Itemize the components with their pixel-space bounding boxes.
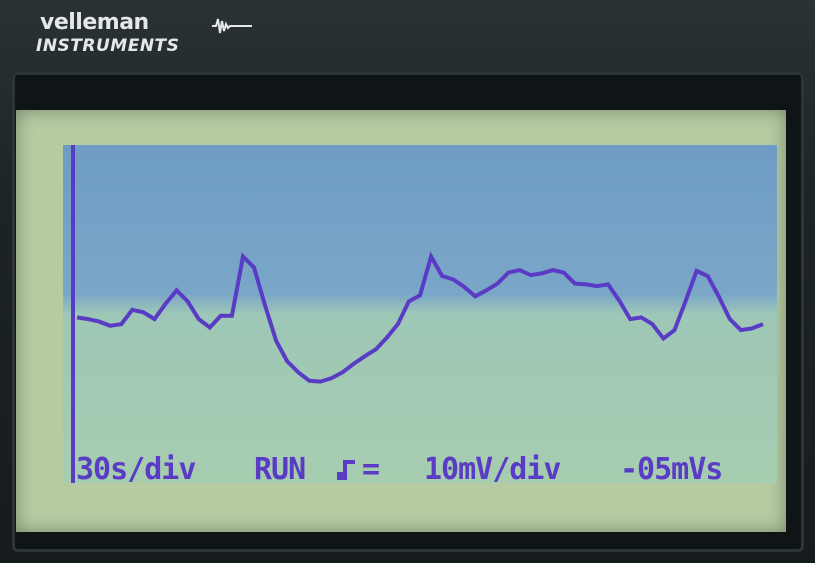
waveform-trace <box>76 251 764 384</box>
volt-div-readout: 10mV/div <box>424 452 561 487</box>
status-bar: 30s/div RUN = 10mV/div -05mVs <box>72 452 772 492</box>
run-mode-indicator: RUN <box>254 452 306 487</box>
plot-area <box>63 145 777 483</box>
offset-readout: -05mVs <box>620 452 723 487</box>
brand-line: INSTRUMENTS <box>36 36 180 56</box>
coupling-symbol: = <box>362 452 380 487</box>
waveform-chart <box>71 145 764 483</box>
logo-wave-icon <box>212 18 252 34</box>
brand-logo: velleman INSTRUMENTS <box>36 10 266 60</box>
brand-name: velleman <box>40 10 149 35</box>
lcd-screen: 30s/div RUN = 10mV/div -05mVs <box>16 110 786 532</box>
timebase-readout: 30s/div <box>76 452 196 487</box>
scope-device: velleman INSTRUMENTS 30s/div RUN = 10mV/… <box>0 0 815 563</box>
dc-coupling-icon <box>337 460 355 480</box>
